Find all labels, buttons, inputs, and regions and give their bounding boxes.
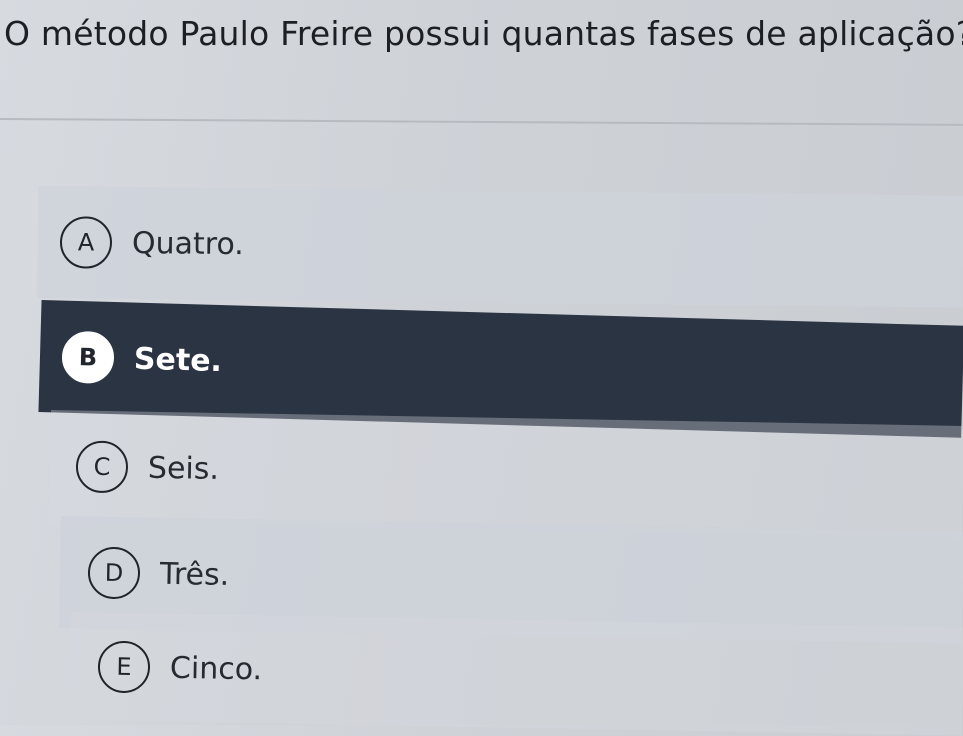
option-e[interactable]: E Cinco. <box>69 612 963 736</box>
option-a[interactable]: A Quatro. <box>37 186 963 308</box>
option-label-b: Sete. <box>133 341 223 379</box>
option-label-c: Seis. <box>147 450 220 487</box>
option-letter-b: B <box>61 330 115 385</box>
option-letter-e: E <box>97 640 151 694</box>
option-letter-c: C <box>75 440 129 494</box>
option-letter-d: D <box>87 546 141 600</box>
option-label-d: Três. <box>159 556 230 593</box>
answer-options: A Quatro. B Sete. C Seis. D Três. E Cinc… <box>0 0 963 736</box>
option-label-e: Cinco. <box>169 650 263 687</box>
option-label-a: Quatro. <box>131 225 244 262</box>
option-letter-a: A <box>59 216 113 269</box>
